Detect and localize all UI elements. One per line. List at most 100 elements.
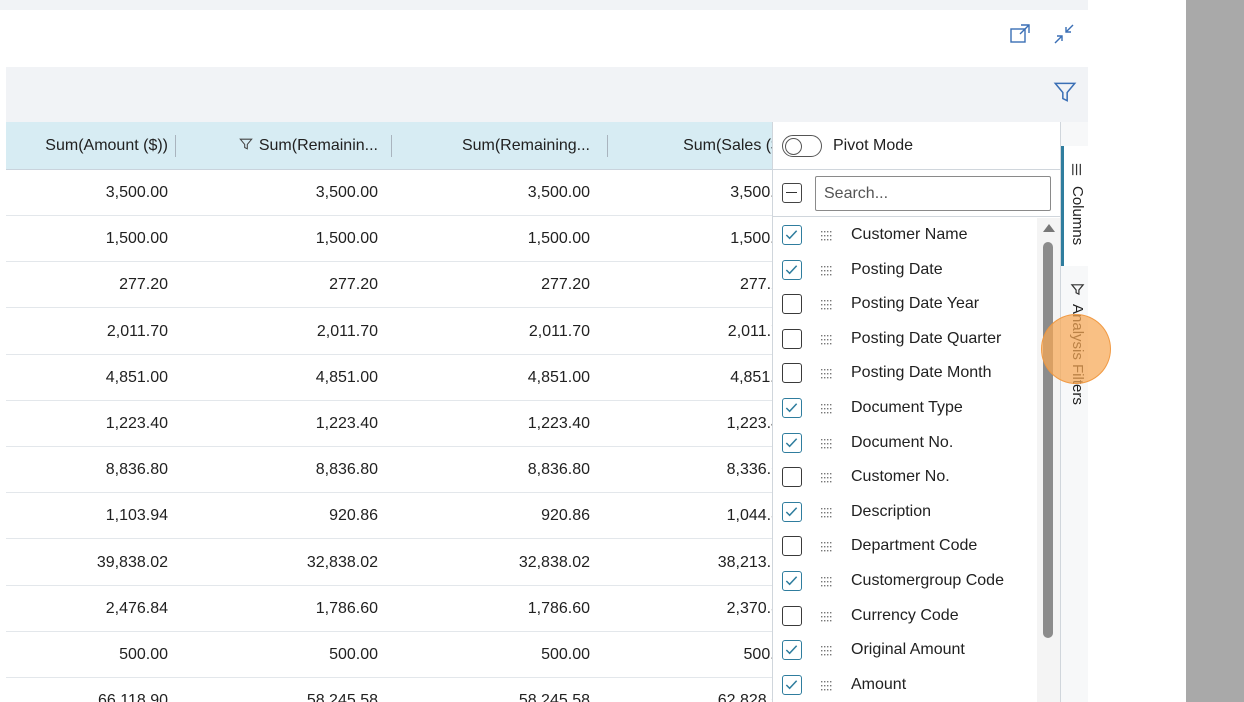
column-header[interactable]: Sum(Remaining... (392, 122, 604, 170)
table-row[interactable]: 3,500.00 3,500.00 3,500.00 3,500.( (6, 170, 772, 216)
column-list-item[interactable]: Customergroup Code (773, 564, 1037, 599)
table-cell: 3,500.00 (527, 184, 590, 201)
column-checkbox[interactable] (782, 501, 802, 522)
column-list-item[interactable]: Posting Date Year (773, 287, 1037, 322)
pivot-mode-toggle[interactable] (782, 135, 822, 157)
table-cell: 500.00 (329, 646, 378, 663)
table-row[interactable]: 2,011.70 2,011.70 2,011.70 2,011.7 (6, 308, 772, 355)
column-header-label: Sum(Amount ($)) (45, 137, 168, 154)
collapse-icon[interactable] (1052, 22, 1076, 46)
column-checkbox[interactable] (782, 432, 802, 453)
drag-handle-icon[interactable] (819, 366, 833, 380)
table-cell: 2,370.8 (726, 599, 772, 617)
table-cell: 2,011.70 (528, 322, 590, 340)
filter-icon[interactable] (1052, 79, 1078, 105)
column-list-item[interactable]: Posting Date Quarter (773, 322, 1037, 357)
table-row[interactable]: 1,500.00 1,500.00 1,500.00 1,500.( (6, 216, 772, 263)
column-list-item[interactable]: Description (773, 495, 1037, 530)
select-all-checkbox[interactable] (782, 183, 802, 203)
column-list-label: Posting Date Year (851, 295, 980, 313)
drag-handle-icon[interactable] (819, 263, 833, 277)
table-cell: 1,500.00 (527, 230, 590, 248)
scrollbar-thumb[interactable] (1043, 242, 1053, 638)
column-list-item[interactable]: Department Code (773, 529, 1037, 564)
column-search-row (773, 170, 1060, 217)
column-header[interactable]: Sum(Remainin... (182, 122, 392, 170)
table-cell: 2,476.84 (105, 599, 168, 617)
table-cell: 8,336.6 (726, 461, 772, 479)
drag-handle-icon[interactable] (819, 609, 833, 623)
column-checkbox[interactable] (782, 536, 802, 557)
column-checkbox[interactable] (782, 225, 802, 245)
column-checkbox[interactable] (782, 294, 802, 315)
column-list-item[interactable]: Posting Date (773, 253, 1037, 288)
page-scroll-gutter (1186, 0, 1244, 702)
column-checkbox[interactable] (782, 674, 802, 695)
column-list-label: Customer Name (851, 226, 968, 243)
pivot-mode-label: Pivot Mode (833, 137, 914, 154)
column-checkbox[interactable] (782, 605, 802, 626)
column-list-item[interactable]: Currency Code (773, 599, 1037, 634)
drag-handle-icon[interactable] (819, 228, 833, 242)
column-list-item[interactable]: Original Amount (773, 633, 1037, 668)
table-row[interactable]: 39,838.02 32,838.02 32,838.02 38,213.1 (6, 539, 772, 586)
pivot-mode-row: Pivot Mode (773, 122, 1060, 170)
drag-handle-icon[interactable] (819, 470, 833, 484)
column-checkbox[interactable] (782, 640, 802, 661)
drag-handle-icon[interactable] (819, 505, 833, 519)
table-cell: 277.20 (541, 276, 590, 294)
column-checkbox[interactable] (782, 398, 802, 418)
table-row[interactable]: 277.20 277.20 277.20 277.2 (6, 262, 772, 309)
column-checkbox[interactable] (782, 259, 802, 280)
table-row[interactable]: 2,476.84 1,786.60 1,786.60 2,370.8 (6, 585, 772, 632)
column-resize-handle[interactable] (175, 135, 176, 157)
drag-handle-icon[interactable] (819, 332, 833, 346)
tab-columns[interactable]: Columns (1061, 146, 1089, 266)
column-list-item[interactable]: Customer No. (773, 460, 1037, 495)
table-cell: 1,786.60 (527, 599, 590, 617)
table-cell: 920.86 (541, 507, 590, 525)
drag-handle-icon[interactable] (819, 401, 833, 415)
side-margin (1088, 0, 1186, 702)
table-cell: 1,044.8 (726, 507, 772, 525)
column-checkbox[interactable] (782, 363, 802, 384)
column-list-item[interactable]: Customer Name (773, 218, 1037, 253)
table-row[interactable]: 1,223.40 1,223.40 1,223.40 1,223.4 (6, 401, 772, 447)
open-in-new-icon[interactable] (1008, 22, 1032, 46)
table-row[interactable]: 8,836.80 8,836.80 8,836.80 8,336.6 (6, 447, 772, 494)
table-row[interactable]: 4,851.00 4,851.00 4,851.00 4,851.( (6, 354, 772, 401)
table-cell: 500.( (743, 646, 772, 663)
column-list-item[interactable]: Posting Date Month (773, 356, 1037, 391)
table-cell: 66,118.90 (98, 692, 168, 702)
column-search-input[interactable] (815, 176, 1051, 211)
scroll-up-arrow-icon[interactable] (1043, 224, 1055, 232)
drag-handle-icon[interactable] (819, 297, 833, 311)
table-cell: 3,500.00 (105, 184, 168, 201)
table-row[interactable]: 1,103.94 920.86 920.86 1,044.8 (6, 493, 772, 540)
column-list-label: Department Code (851, 537, 978, 555)
table-row[interactable]: 66,118.90 58,245.58 58,245.58 62,828.6 (6, 678, 772, 702)
column-header[interactable]: Sum(Amount ($)) (6, 122, 182, 170)
column-list-item[interactable]: Amount (773, 668, 1037, 702)
table-cell: 1,786.60 (315, 599, 378, 617)
drag-handle-icon[interactable] (819, 436, 833, 450)
tab-analysis-filters[interactable]: Analysis Filters (1061, 272, 1089, 432)
column-header[interactable]: Sum(Sales ($ (604, 122, 772, 170)
table-row[interactable]: 500.00 500.00 500.00 500.( (6, 632, 772, 678)
column-checkbox[interactable] (782, 467, 802, 488)
columns-tool-panel: Pivot Mode Customer Name Posting Date Post… (772, 122, 1060, 702)
column-checkbox[interactable] (782, 571, 802, 591)
column-list-item[interactable]: Document No. (773, 426, 1037, 461)
table-cell: 500.00 (119, 646, 168, 663)
drag-handle-icon[interactable] (819, 678, 833, 692)
table-cell: 2,011.70 (316, 322, 378, 340)
column-list-label: Original Amount (851, 641, 965, 659)
drag-handle-icon[interactable] (819, 574, 833, 588)
column-list-item[interactable]: Document Type (773, 391, 1037, 426)
table-cell: 8,836.80 (315, 461, 378, 479)
drag-handle-icon[interactable] (819, 539, 833, 553)
columns-icon (1072, 163, 1081, 176)
column-list-scrollbar[interactable] (1037, 218, 1060, 702)
drag-handle-icon[interactable] (819, 643, 833, 657)
column-checkbox[interactable] (782, 328, 802, 349)
